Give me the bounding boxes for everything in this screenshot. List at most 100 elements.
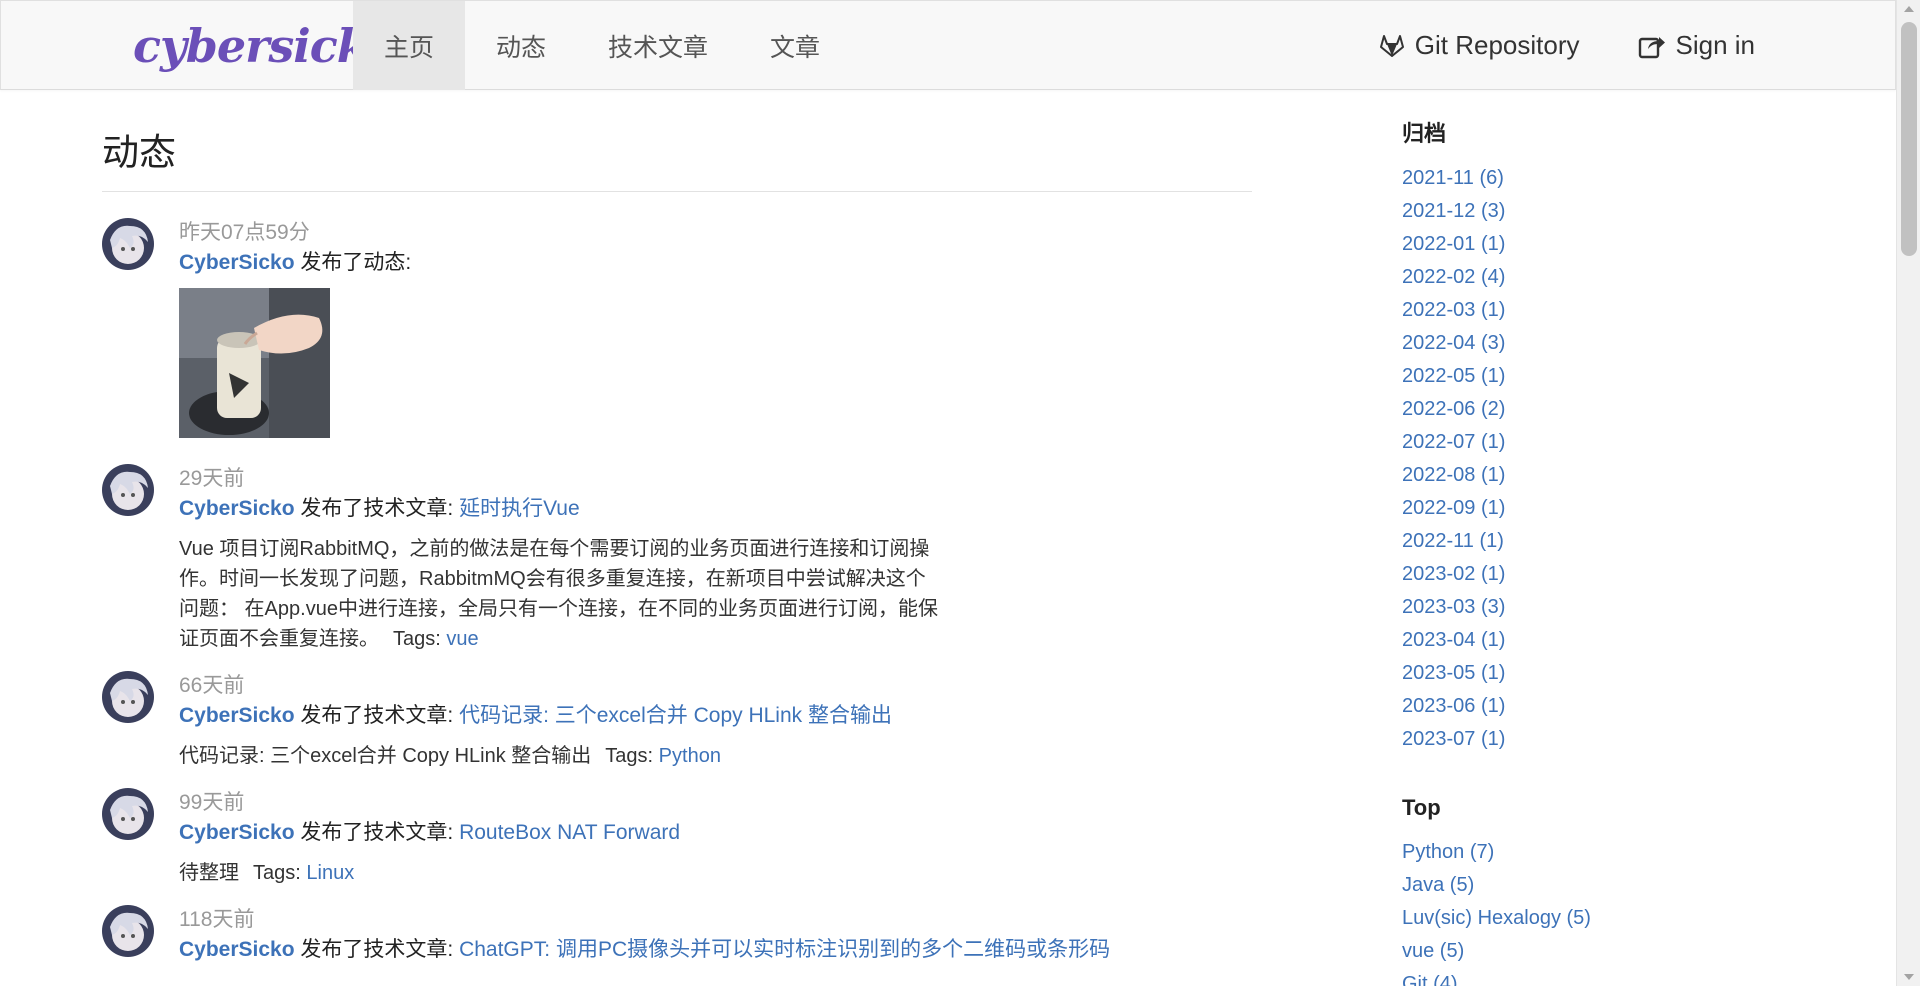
top-tag-item: Python (7): [1402, 836, 1802, 869]
post-headline: CyberSicko 发布了技术文章: 延时执行Vue: [179, 494, 1179, 524]
tab-moments[interactable]: 动态: [465, 1, 577, 90]
post-headline: CyberSicko 发布了动态:: [179, 248, 1179, 278]
archive-link[interactable]: 2022-09 (1): [1402, 497, 1505, 519]
archive-link[interactable]: 2022-06 (2): [1402, 398, 1505, 420]
archive-item: 2022-01 (1): [1402, 228, 1802, 261]
archive-list: 2021-11 (6) 2021-12 (3) 2022-01 (1) 2022…: [1402, 162, 1802, 756]
author-link[interactable]: CyberSicko: [179, 704, 295, 727]
post-headline: CyberSicko 发布了技术文章: ChatGPT: 调用PC摄像头并可以实…: [179, 935, 1179, 965]
post-time: 118天前: [179, 908, 255, 931]
archive-link[interactable]: 2023-06 (1): [1402, 695, 1505, 717]
author-link[interactable]: CyberSicko: [179, 938, 295, 961]
tag-link[interactable]: vue: [446, 628, 478, 650]
tag-link[interactable]: Python: [659, 745, 721, 767]
post-action: 发布了技术文章:: [294, 704, 460, 727]
avatar[interactable]: [102, 218, 154, 270]
archive-link[interactable]: 2023-07 (1): [1402, 728, 1505, 750]
top-tag-item: Luv(sic) Hexalogy (5): [1402, 902, 1802, 935]
archive-item: 2023-07 (1): [1402, 723, 1802, 756]
archive-link[interactable]: 2022-02 (4): [1402, 266, 1505, 288]
archive-item: 2022-07 (1): [1402, 426, 1802, 459]
archive-link[interactable]: 2023-03 (3): [1402, 596, 1505, 618]
archive-item: 2022-03 (1): [1402, 294, 1802, 327]
page-scrollbar[interactable]: [1896, 0, 1920, 986]
archive-link[interactable]: 2022-07 (1): [1402, 431, 1505, 453]
sign-in-icon: [1638, 33, 1666, 59]
archive-link[interactable]: 2022-05 (1): [1402, 365, 1505, 387]
archive-link[interactable]: 2022-11 (1): [1402, 530, 1504, 552]
feed-body: 99天前 CyberSicko 发布了技术文章: RouteBox NAT Fo…: [179, 788, 1179, 888]
archive-item: 2023-03 (3): [1402, 591, 1802, 624]
feed-body: 118天前 CyberSicko 发布了技术文章: ChatGPT: 调用PC摄…: [179, 905, 1179, 965]
top-tag-item: vue (5): [1402, 935, 1802, 968]
summary-text: 待整理: [179, 862, 239, 884]
post-summary: 待整理 Tags: Linux: [179, 858, 1079, 888]
scroll-up-icon[interactable]: [1904, 6, 1914, 12]
top-tag-link[interactable]: vue (5): [1402, 940, 1464, 962]
post-action: 发布了技术文章:: [294, 497, 460, 520]
archive-link[interactable]: 2023-02 (1): [1402, 563, 1505, 585]
summary-text: Vue 项目订阅RabbitMQ，之前的做法是在每个需要订阅的业务页面进行连接和…: [179, 538, 938, 650]
post-time: 99天前: [179, 791, 245, 814]
archive-link[interactable]: 2022-01 (1): [1402, 233, 1505, 255]
top-tag-item: Git (4): [1402, 968, 1802, 986]
post-headline: CyberSicko 发布了技术文章: 代码记录: 三个excel合并 Copy…: [179, 701, 1179, 731]
archive-item: 2022-04 (3): [1402, 327, 1802, 360]
article-link[interactable]: ChatGPT: 调用PC摄像头并可以实时标注识别到的多个二维码或条形码: [459, 938, 1110, 961]
top-navbar: cybersicko 主页 动态 技术文章 文章 Git Repository: [0, 0, 1896, 90]
post-time: 29天前: [179, 467, 245, 490]
top-tag-link[interactable]: Java (5): [1402, 874, 1474, 896]
top-tag-link[interactable]: Luv(sic) Hexalogy (5): [1402, 907, 1591, 929]
tag-link[interactable]: Linux: [306, 862, 354, 884]
scroll-down-icon[interactable]: [1904, 974, 1914, 980]
tags-label: Tags:: [605, 745, 654, 767]
article-link[interactable]: 代码记录: 三个excel合并 Copy HLink 整合输出: [459, 704, 892, 727]
top-tag-link[interactable]: Python (7): [1402, 841, 1494, 863]
nav-right: Git Repository Sign in: [1379, 1, 1755, 90]
tab-home[interactable]: 主页: [353, 1, 466, 90]
post-headline: CyberSicko 发布了技术文章: RouteBox NAT Forward: [179, 818, 1179, 848]
archive-heading: 归档: [1402, 121, 1447, 146]
sign-in-link[interactable]: Sign in: [1638, 30, 1756, 61]
article-link[interactable]: 延时执行Vue: [459, 497, 580, 520]
git-repository-link[interactable]: Git Repository: [1379, 30, 1580, 61]
tab-articles[interactable]: 文章: [739, 1, 851, 90]
archive-link[interactable]: 2022-04 (3): [1402, 332, 1505, 354]
author-link[interactable]: CyberSicko: [179, 251, 295, 274]
archive-link[interactable]: 2022-08 (1): [1402, 464, 1505, 486]
author-link[interactable]: CyberSicko: [179, 497, 295, 520]
sidebar: 归档 2021-11 (6) 2021-12 (3) 2022-01 (1) 2…: [1402, 90, 1802, 986]
archive-link[interactable]: 2022-03 (1): [1402, 299, 1505, 321]
archive-link[interactable]: 2023-05 (1): [1402, 662, 1505, 684]
top-tag-item: Java (5): [1402, 869, 1802, 902]
nav-tabs: 主页 动态 技术文章 文章: [353, 1, 851, 90]
post-image[interactable]: [179, 288, 330, 438]
git-repository-label: Git Repository: [1414, 30, 1580, 60]
archive-link[interactable]: 2021-11 (6): [1402, 167, 1504, 189]
tab-tech-articles[interactable]: 技术文章: [577, 1, 739, 90]
archive-item: 2021-11 (6): [1402, 162, 1802, 195]
article-link[interactable]: RouteBox NAT Forward: [459, 821, 680, 844]
feed-body: 29天前 CyberSicko 发布了技术文章: 延时执行Vue Vue 项目订…: [179, 464, 1179, 654]
post-time: 昨天07点59分: [179, 221, 310, 244]
post-action: 发布了技术文章:: [294, 821, 460, 844]
archive-item: 2022-02 (4): [1402, 261, 1802, 294]
post-summary: 代码记录: 三个excel合并 Copy HLink 整合输出 Tags: Pyt…: [179, 741, 1079, 771]
archive-item: 2023-05 (1): [1402, 657, 1802, 690]
post-summary: Vue 项目订阅RabbitMQ，之前的做法是在每个需要订阅的业务页面进行连接和…: [179, 534, 939, 654]
archive-item: 2022-09 (1): [1402, 492, 1802, 525]
sign-in-label: Sign in: [1675, 30, 1756, 60]
summary-text: 代码记录: 三个excel合并 Copy HLink 整合输出: [179, 745, 592, 767]
archive-item: 2022-06 (2): [1402, 393, 1802, 426]
archive-link[interactable]: 2023-04 (1): [1402, 629, 1505, 651]
avatar[interactable]: [102, 671, 154, 723]
archive-link[interactable]: 2021-12 (3): [1402, 200, 1505, 222]
top-tags-list: Python (7) Java (5) Luv(sic) Hexalogy (5…: [1402, 836, 1802, 986]
avatar[interactable]: [102, 905, 154, 957]
top-tag-link[interactable]: Git (4): [1402, 973, 1458, 986]
scroll-thumb[interactable]: [1901, 22, 1917, 256]
avatar[interactable]: [102, 788, 154, 840]
author-link[interactable]: CyberSicko: [179, 821, 295, 844]
avatar[interactable]: [102, 464, 154, 516]
archive-item: 2023-04 (1): [1402, 624, 1802, 657]
